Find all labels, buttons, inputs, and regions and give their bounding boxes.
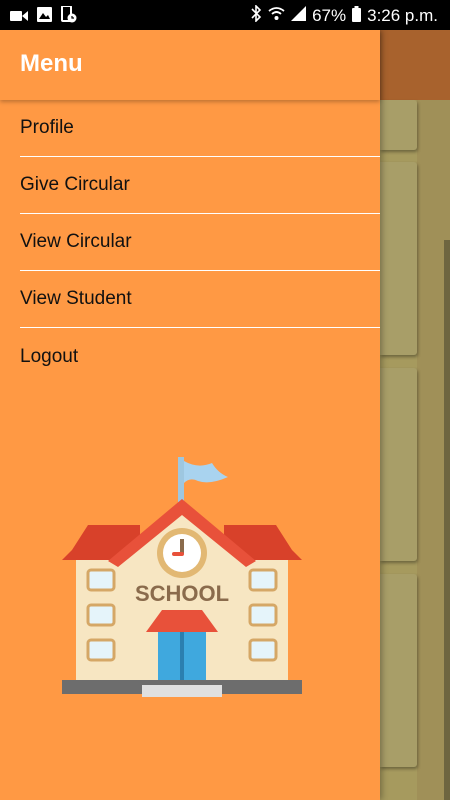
background-app-bar	[380, 30, 450, 100]
battery-percentage: 67%	[312, 6, 347, 25]
device-clock-icon	[61, 5, 77, 28]
drawer-header: Menu	[0, 30, 380, 100]
menu-item-view-circular[interactable]: View Circular	[20, 214, 380, 271]
logout-button[interactable]: Logout	[20, 346, 380, 368]
status-bar: 67% 3:26 p.m.	[0, 0, 450, 30]
video-camera-icon	[10, 7, 28, 27]
menu-item-label: View Student	[20, 288, 132, 309]
menu-item-give-circular[interactable]: Give Circular	[20, 157, 380, 214]
wifi-icon	[268, 6, 285, 26]
menu-item-label: Profile	[20, 117, 74, 138]
background-card[interactable]	[380, 368, 417, 561]
background-card[interactable]	[380, 162, 417, 355]
status-time: 3:26 p.m.	[367, 6, 438, 25]
bluetooth-icon	[251, 4, 262, 27]
drawer-title: Menu	[20, 50, 83, 77]
school-sign-text: SCHOOL	[135, 581, 229, 606]
navigation-drawer: Menu Profile Give Circular View Circular…	[0, 30, 380, 800]
battery-icon	[352, 5, 362, 27]
logout-label: Logout	[20, 346, 79, 367]
background-card[interactable]	[380, 100, 417, 150]
background-card[interactable]	[380, 574, 417, 767]
menu-item-profile[interactable]: Profile	[20, 100, 380, 157]
menu-item-label: Give Circular	[20, 174, 130, 195]
menu-item-label: View Circular	[20, 231, 132, 252]
signal-icon	[291, 6, 307, 26]
school-building-icon: SCHOOL	[62, 457, 302, 697]
menu-item-view-student[interactable]: View Student	[20, 271, 380, 328]
image-icon	[37, 7, 52, 27]
background-scrollbar	[444, 240, 450, 800]
